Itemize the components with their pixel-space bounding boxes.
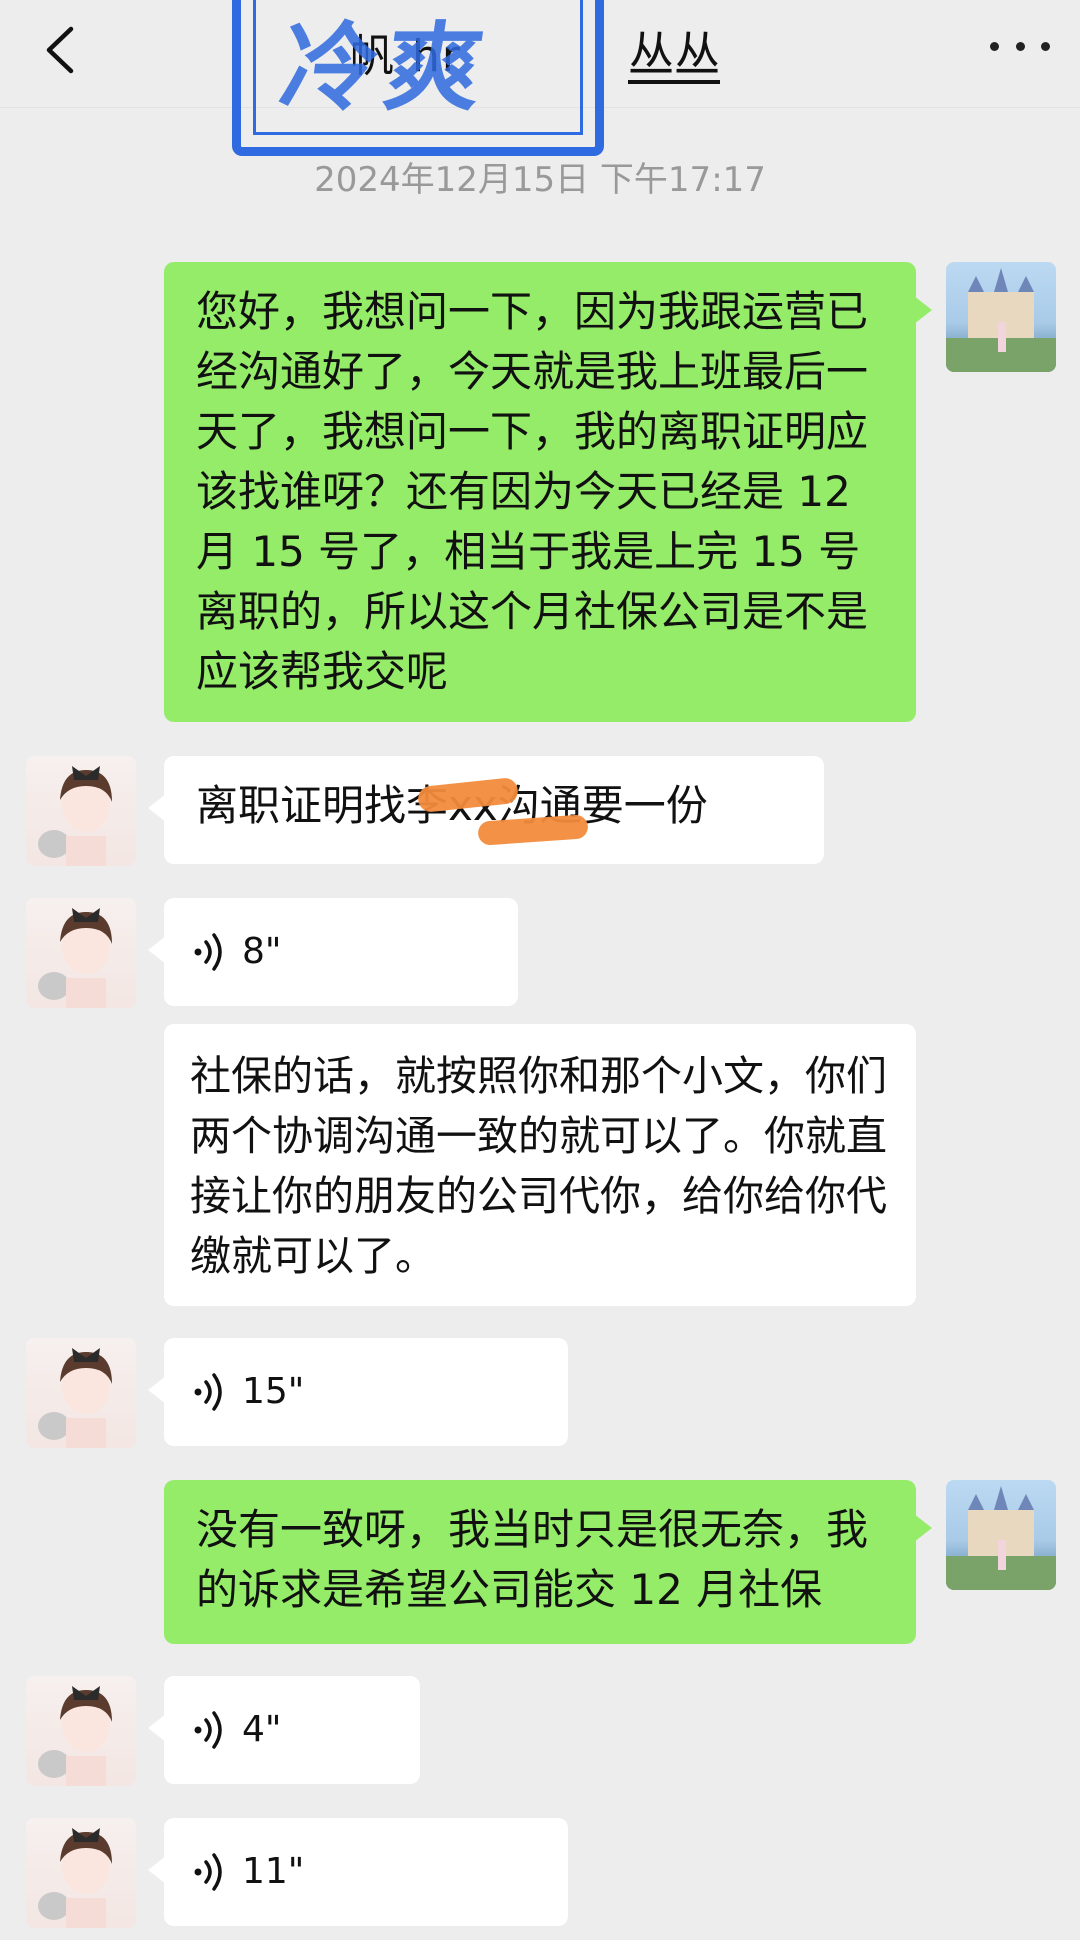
girl-avatar-icon <box>38 908 112 1008</box>
girl-avatar-icon <box>38 1828 112 1928</box>
voice-message[interactable]: 4" <box>148 1676 420 1784</box>
chevron-left-icon <box>46 26 74 74</box>
voice-wave-icon <box>194 1711 222 1749</box>
voice-duration: 4" <box>242 1709 282 1750</box>
contact-avatar[interactable] <box>26 1338 136 1448</box>
contact-avatar[interactable] <box>26 1676 136 1786</box>
chat-title: 帆 hr <box>350 31 462 82</box>
girl-avatar-icon <box>38 1686 112 1786</box>
more-button[interactable] <box>990 26 1050 66</box>
message-bubble-theirs[interactable]: 离职证明找李xx沟通要一份 <box>148 756 824 864</box>
message-bubble-mine[interactable]: 没有一致呀，我当时只是很无奈，我的诉求是希望公司能交 12 月社保 <box>164 1480 932 1644</box>
voice-message[interactable]: 11" <box>148 1818 568 1926</box>
contact-avatar[interactable] <box>26 1818 136 1928</box>
castle-avatar-icon <box>946 1486 1056 1590</box>
message-timestamp: 2024年12月15日 下午17:17 <box>314 160 766 200</box>
contact-name[interactable]: 丛丛 <box>628 18 720 84</box>
voice-message[interactable]: 15" <box>148 1338 568 1446</box>
voice-duration: 15" <box>242 1371 305 1412</box>
back-button[interactable] <box>30 20 90 80</box>
voice-wave-icon <box>194 933 222 971</box>
girl-avatar-icon <box>38 1348 112 1448</box>
my-avatar[interactable] <box>946 1480 1056 1590</box>
contact-avatar[interactable] <box>26 898 136 1008</box>
voice-message[interactable]: 8" <box>148 898 518 1006</box>
my-avatar[interactable] <box>946 262 1056 372</box>
castle-avatar-icon <box>946 268 1056 372</box>
message-bubble-theirs[interactable]: 社保的话，就按照你和那个小文，你们两个协调沟通一致的就可以了。你就直接让你的朋友… <box>164 1024 916 1306</box>
more-dots-icon <box>990 41 999 51</box>
girl-avatar-icon <box>38 766 112 866</box>
contact-avatar[interactable] <box>26 756 136 866</box>
voice-wave-icon <box>194 1373 222 1411</box>
voice-duration: 8" <box>242 931 282 972</box>
voice-wave-icon <box>194 1853 222 1891</box>
message-bubble-mine[interactable]: 您好，我想问一下，因为我跟运营已经沟通好了，今天就是我上班最后一天了，我想问一下… <box>164 262 932 722</box>
voice-duration: 11" <box>242 1851 305 1892</box>
chat-header: 帆 hr 丛丛 <box>0 0 1080 108</box>
